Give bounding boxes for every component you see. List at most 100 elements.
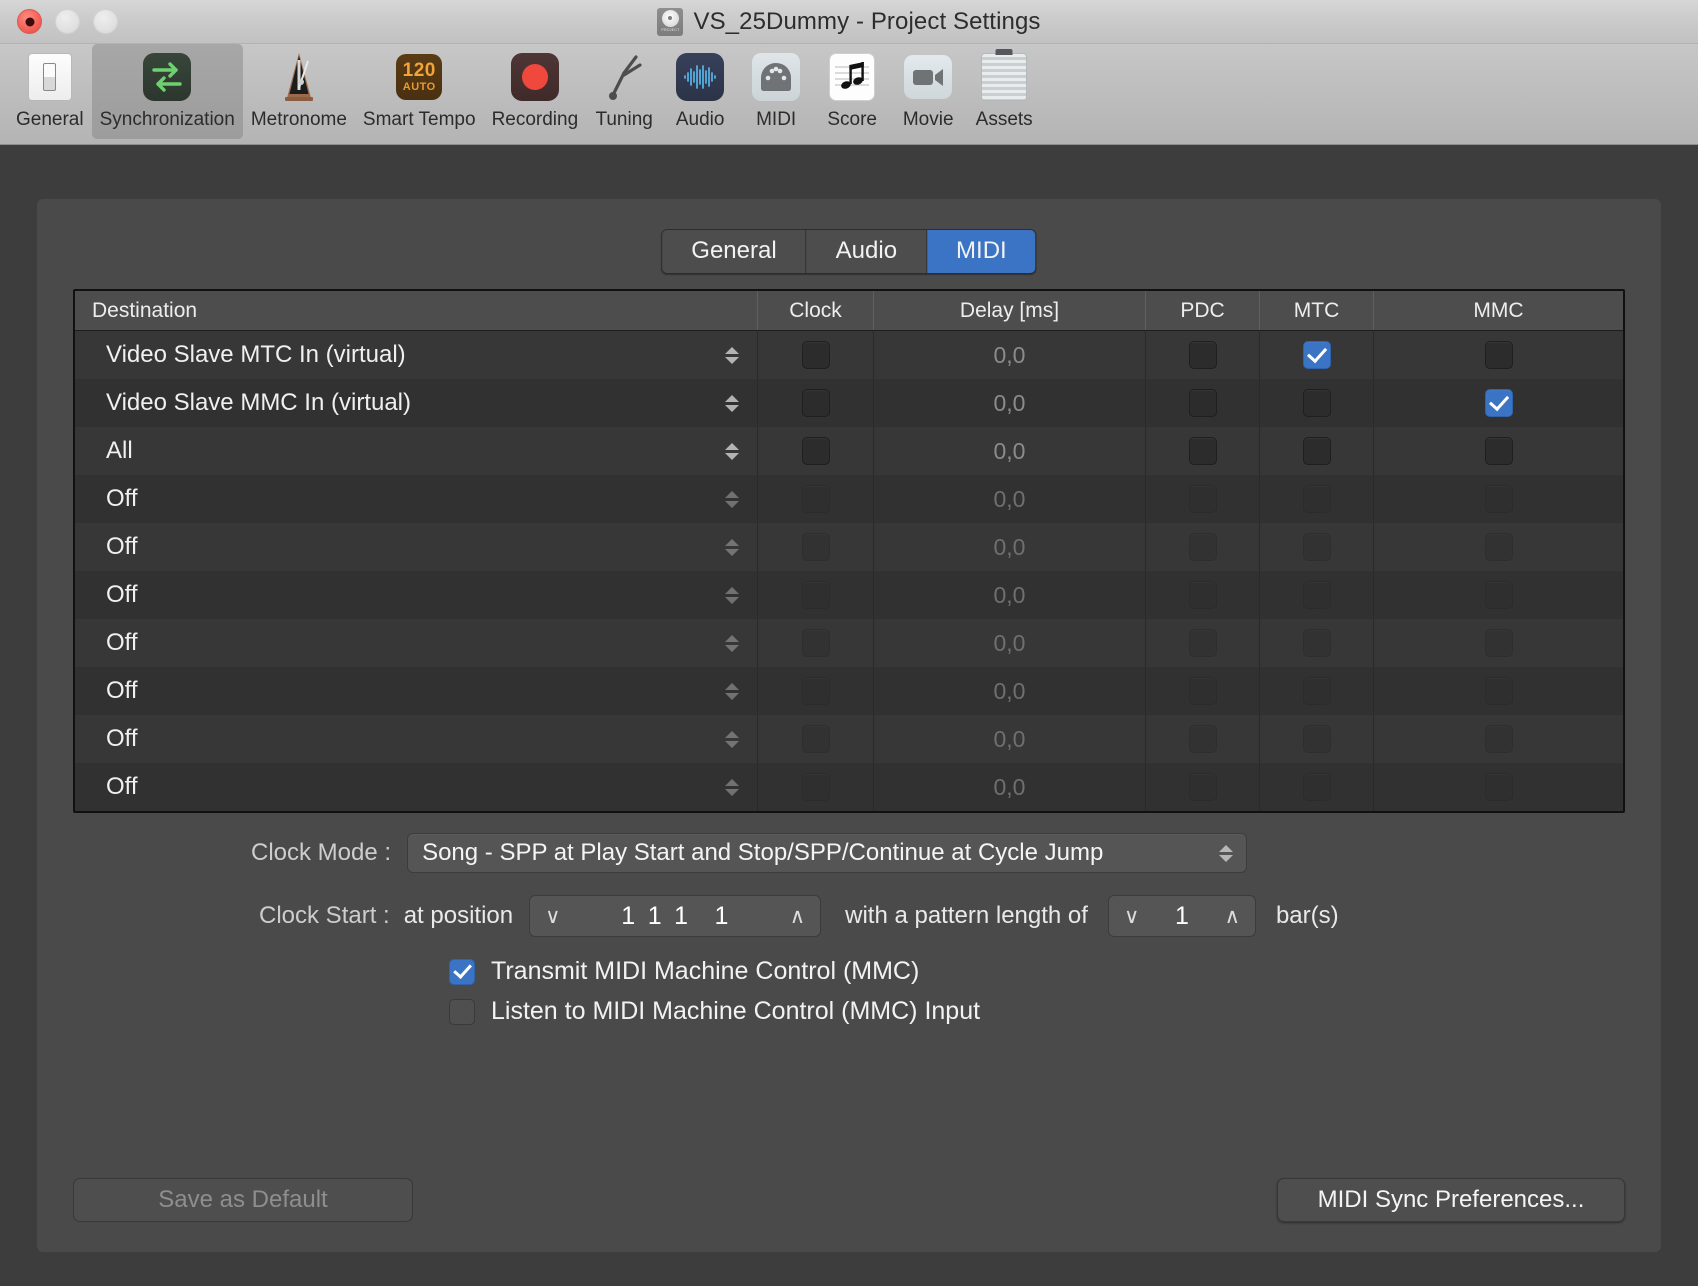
clock-checkbox[interactable] <box>801 677 830 705</box>
mtc-cell[interactable] <box>1260 475 1374 523</box>
mtc-cell[interactable] <box>1260 667 1374 715</box>
delay-cell[interactable]: 0,0 <box>874 475 1146 523</box>
table-row[interactable]: Off 0,0 <box>75 667 1623 715</box>
mmc-checkbox[interactable] <box>1484 437 1513 465</box>
mmc-cell[interactable] <box>1374 763 1623 811</box>
pdc-checkbox[interactable] <box>1188 773 1217 801</box>
delay-cell[interactable]: 0,0 <box>874 667 1146 715</box>
option-listen-mmc[interactable]: Listen to MIDI Machine Control (MMC) Inp… <box>449 997 980 1026</box>
pdc-cell[interactable] <box>1146 523 1260 571</box>
toolbar-item-movie[interactable]: Movie <box>890 44 966 139</box>
clock-checkbox[interactable] <box>801 533 830 561</box>
chevron-updown-icon[interactable] <box>723 340 741 370</box>
table-row[interactable]: Off 0,0 <box>75 715 1623 763</box>
mmc-checkbox[interactable] <box>1484 485 1513 513</box>
mmc-cell[interactable] <box>1374 475 1623 523</box>
chevron-updown-icon[interactable] <box>723 388 741 418</box>
pdc-checkbox[interactable] <box>1188 533 1217 561</box>
midi-sync-preferences-button[interactable]: MIDI Sync Preferences... <box>1277 1178 1625 1222</box>
toolbar-item-general[interactable]: General <box>8 44 92 139</box>
mmc-checkbox[interactable] <box>1484 533 1513 561</box>
table-row[interactable]: Off 0,0 <box>75 523 1623 571</box>
pattern-length-stepper[interactable]: ∨ 1 ∧ <box>1107 895 1256 937</box>
listen-mmc-checkbox[interactable] <box>449 998 475 1025</box>
clock-cell[interactable] <box>758 331 874 379</box>
pdc-checkbox[interactable] <box>1188 485 1217 513</box>
pdc-checkbox[interactable] <box>1188 389 1217 417</box>
table-row[interactable]: Video Slave MMC In (virtual) 0,0 <box>75 379 1623 427</box>
chevron-updown-icon[interactable] <box>723 628 741 658</box>
mmc-cell[interactable] <box>1374 523 1623 571</box>
toolbar-item-tuning[interactable]: Tuning <box>586 44 662 139</box>
pdc-checkbox[interactable] <box>1188 725 1217 753</box>
clock-checkbox[interactable] <box>801 437 830 465</box>
mmc-cell[interactable] <box>1374 379 1623 427</box>
mtc-checkbox[interactable] <box>1302 629 1331 657</box>
mmc-checkbox[interactable] <box>1484 677 1513 705</box>
clock-cell[interactable] <box>758 523 874 571</box>
zoom-button[interactable] <box>93 9 118 34</box>
chevron-updown-icon[interactable] <box>723 436 741 466</box>
clock-checkbox[interactable] <box>801 773 830 801</box>
tab-audio[interactable]: Audio <box>806 230 928 274</box>
mmc-cell[interactable] <box>1374 667 1623 715</box>
pattern-decrement-icon[interactable]: ∨ <box>1121 906 1142 927</box>
mmc-cell[interactable] <box>1374 715 1623 763</box>
mmc-cell[interactable] <box>1374 619 1623 667</box>
destination-cell[interactable]: Off <box>75 763 758 811</box>
mtc-cell[interactable] <box>1260 379 1374 427</box>
chevron-updown-icon[interactable] <box>723 772 741 802</box>
pdc-cell[interactable] <box>1146 571 1260 619</box>
mtc-checkbox[interactable] <box>1302 773 1331 801</box>
toolbar-item-midi[interactable]: MIDI <box>738 44 814 139</box>
table-row[interactable]: Off 0,0 <box>75 571 1623 619</box>
clock-cell[interactable] <box>758 619 874 667</box>
destination-cell[interactable]: Off <box>75 523 758 571</box>
pdc-cell[interactable] <box>1146 427 1260 475</box>
mmc-cell[interactable] <box>1374 571 1623 619</box>
mmc-checkbox[interactable] <box>1484 629 1513 657</box>
table-row[interactable]: Video Slave MTC In (virtual) 0,0 <box>75 331 1623 379</box>
destination-cell[interactable]: Off <box>75 475 758 523</box>
delay-cell[interactable]: 0,0 <box>874 619 1146 667</box>
clock-cell[interactable] <box>758 379 874 427</box>
chevron-updown-icon[interactable] <box>723 580 741 610</box>
mmc-checkbox[interactable] <box>1484 725 1513 753</box>
table-row[interactable]: Off 0,0 <box>75 763 1623 811</box>
clock-cell[interactable] <box>758 667 874 715</box>
position-decrement-icon[interactable]: ∨ <box>542 906 563 927</box>
pdc-checkbox[interactable] <box>1188 341 1217 369</box>
mtc-checkbox[interactable] <box>1302 677 1331 705</box>
option-transmit-mmc[interactable]: Transmit MIDI Machine Control (MMC) <box>449 957 980 986</box>
pdc-cell[interactable] <box>1146 763 1260 811</box>
pdc-checkbox[interactable] <box>1188 437 1217 465</box>
clock-cell[interactable] <box>758 427 874 475</box>
delay-cell[interactable]: 0,0 <box>874 715 1146 763</box>
delay-cell[interactable]: 0,0 <box>874 571 1146 619</box>
toolbar-item-smart-tempo[interactable]: 120 AUTO Smart Tempo <box>355 44 484 139</box>
delay-cell[interactable]: 0,0 <box>874 427 1146 475</box>
chevron-updown-icon[interactable] <box>723 724 741 754</box>
toolbar-item-synchronization[interactable]: Synchronization <box>91 44 243 139</box>
pdc-checkbox[interactable] <box>1188 677 1217 705</box>
tab-midi[interactable]: MIDI <box>927 230 1036 274</box>
mtc-cell[interactable] <box>1260 715 1374 763</box>
chevron-updown-icon[interactable] <box>723 484 741 514</box>
mmc-checkbox[interactable] <box>1484 389 1513 417</box>
clock-cell[interactable] <box>758 475 874 523</box>
mtc-cell[interactable] <box>1260 427 1374 475</box>
clock-cell[interactable] <box>758 715 874 763</box>
destination-cell[interactable]: Off <box>75 571 758 619</box>
pdc-cell[interactable] <box>1146 619 1260 667</box>
mtc-checkbox[interactable] <box>1302 485 1331 513</box>
toolbar-item-assets[interactable]: Assets <box>966 44 1042 139</box>
toolbar-item-score[interactable]: Score <box>814 44 890 139</box>
mmc-checkbox[interactable] <box>1484 341 1513 369</box>
table-row[interactable]: Off 0,0 <box>75 475 1623 523</box>
position-increment-icon[interactable]: ∧ <box>787 906 808 927</box>
mtc-cell[interactable] <box>1260 571 1374 619</box>
mmc-cell[interactable] <box>1374 427 1623 475</box>
minimize-button[interactable] <box>55 9 80 34</box>
tab-general[interactable]: General <box>662 230 807 274</box>
clock-checkbox[interactable] <box>801 485 830 513</box>
